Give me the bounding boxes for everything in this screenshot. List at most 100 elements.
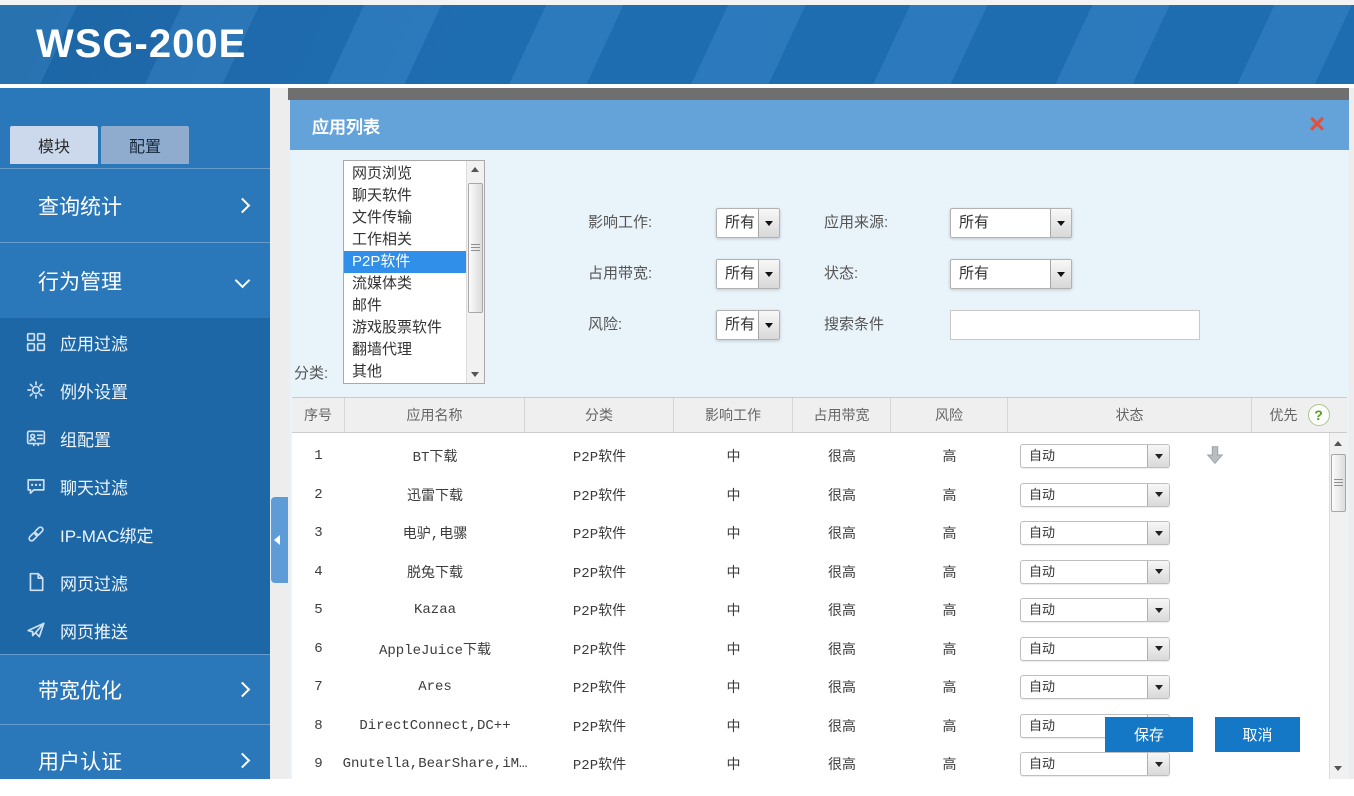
sidebar-item-label: 例外设置 (60, 378, 128, 403)
scroll-up-button[interactable] (467, 161, 483, 178)
sidebar-item-app-filter[interactable]: 应用过滤 (0, 318, 270, 366)
category-option[interactable]: 邮件 (344, 295, 467, 317)
cell-impact: 中 (674, 677, 793, 697)
row-status-select[interactable]: 自动 (1020, 444, 1170, 468)
dropdown-arrow-icon (1050, 209, 1071, 237)
category-option[interactable]: 工作相关 (344, 229, 467, 251)
dropdown-arrow-icon (1147, 599, 1169, 621)
category-option[interactable]: P2P软件 (344, 251, 467, 273)
sidebar-group-bandwidth[interactable]: 带宽优化 (0, 654, 270, 724)
row-status-select[interactable]: 自动 (1020, 675, 1170, 699)
help-icon[interactable]: ? (1308, 404, 1330, 426)
sidebar-item-exceptions[interactable]: 例外设置 (0, 366, 270, 414)
scroll-up-button[interactable] (1330, 435, 1346, 452)
scroll-down-button[interactable] (467, 366, 483, 383)
bandwidth-filter-select[interactable]: 所有 (716, 259, 780, 289)
sidebar-tabs: 模块 配置 (10, 126, 189, 164)
content-area: 应用列表 × 网页浏览 聊天软件 文件传输 工作相关 P2P软件 流媒体类 (270, 88, 1354, 779)
category-option[interactable]: 其他 (344, 361, 467, 383)
cell-status: 自动 (1008, 444, 1252, 469)
sidebar-collapse-handle[interactable] (271, 497, 288, 583)
risk-filter-select[interactable]: 所有 (716, 310, 780, 340)
category-option[interactable]: 聊天软件 (344, 185, 467, 207)
row-status-select[interactable]: 自动 (1020, 637, 1170, 661)
category-option[interactable]: 游戏股票软件 (344, 317, 467, 339)
category-listbox[interactable]: 网页浏览 聊天软件 文件传输 工作相关 P2P软件 流媒体类 邮件 游戏股票软件… (343, 160, 485, 384)
status-filter-select[interactable]: 所有 (950, 259, 1072, 289)
gear-icon (26, 380, 48, 400)
cell-bandwidth: 很高 (793, 639, 891, 659)
wsg-200e-screen: { "app": { "title": "WSG-200E" }, "color… (0, 0, 1354, 779)
app-logo: WSG-200E (0, 22, 246, 67)
chat-bubble-icon (26, 476, 48, 496)
cell-risk: 高 (891, 677, 1008, 697)
cell-category: P2P软件 (525, 716, 674, 736)
close-icon[interactable]: × (1301, 108, 1333, 140)
cancel-button[interactable]: 取消 (1215, 717, 1300, 752)
category-option[interactable]: 流媒体类 (344, 273, 467, 295)
sidebar-item-label: 网页推送 (60, 618, 128, 643)
listbox-scrollbar-thumb[interactable] (468, 183, 483, 313)
row-status-select[interactable]: 自动 (1020, 560, 1170, 584)
select-value: 所有 (717, 209, 758, 237)
priority-header-label: 优先 (1270, 405, 1298, 425)
dropdown-arrow-icon (758, 311, 779, 339)
source-filter-select[interactable]: 所有 (950, 208, 1072, 238)
category-option[interactable]: 翻墙代理 (344, 339, 467, 361)
dropdown-arrow-icon (1050, 260, 1071, 288)
cell-impact: 中 (674, 639, 793, 659)
col-header-impact: 影响工作 (674, 398, 793, 432)
cell-category: P2P软件 (525, 562, 674, 582)
cell-no: 7 (292, 679, 345, 695)
chevron-right-icon (235, 682, 251, 698)
table-row: 4 脱兔下载 P2P软件 中 很高 高 自动 (292, 553, 1347, 592)
col-header-status: 状态 (1008, 398, 1252, 432)
impact-filter-select[interactable]: 所有 (716, 208, 780, 238)
cell-category: P2P软件 (525, 677, 674, 697)
cell-bandwidth: 很高 (793, 485, 891, 505)
sidebar-item-ip-mac-binding[interactable]: IP-MAC绑定 (0, 510, 270, 558)
save-button[interactable]: 保存 (1105, 717, 1193, 752)
sidebar-group-query-stats[interactable]: 查询统计 (0, 168, 270, 242)
category-option[interactable]: 文件传输 (344, 207, 467, 229)
cell-status: 自动 (1008, 559, 1252, 584)
search-input[interactable] (950, 310, 1200, 340)
sidebar-item-web-filter[interactable]: 网页过滤 (0, 558, 270, 606)
scroll-down-button[interactable] (1330, 760, 1346, 777)
group-label: 查询统计 (38, 191, 122, 221)
priority-down-arrow-icon[interactable] (1204, 444, 1226, 469)
sidebar-item-label: 组配置 (60, 426, 111, 451)
sidebar-item-web-push[interactable]: 网页推送 (0, 606, 270, 654)
cell-status: 自动 (1008, 598, 1252, 623)
category-option[interactable]: 网页浏览 (344, 163, 467, 185)
sidebar-item-label: 网页过滤 (60, 570, 128, 595)
sidebar-group-user-auth[interactable]: 用户认证 (0, 724, 270, 796)
row-status-select[interactable]: 自动 (1020, 483, 1170, 507)
row-status-select[interactable]: 自动 (1020, 598, 1170, 622)
app-grid-icon (26, 332, 48, 352)
select-value: 自动 (1021, 676, 1147, 698)
table-scrollbar-thumb[interactable] (1331, 454, 1346, 512)
listbox-scrollbar[interactable] (466, 161, 484, 383)
cell-status: 自动 (1008, 675, 1252, 700)
select-value: 自动 (1021, 445, 1147, 467)
table-scrollbar[interactable] (1329, 433, 1347, 779)
sidebar-group-behavior-mgmt[interactable]: 行为管理 (0, 242, 270, 318)
row-status-select[interactable]: 自动 (1020, 521, 1170, 545)
cell-bandwidth: 很高 (793, 562, 891, 582)
cell-impact: 中 (674, 485, 793, 505)
status-filter-label: 状态: (824, 259, 858, 289)
cell-app-name: Gnutella,BearShare,iM… (345, 756, 525, 772)
row-status-select[interactable]: 自动 (1020, 752, 1170, 776)
tab-modules[interactable]: 模块 (10, 126, 98, 164)
cell-risk: 高 (891, 639, 1008, 659)
select-value: 所有 (717, 311, 758, 339)
tab-config[interactable]: 配置 (101, 126, 189, 164)
select-value: 所有 (951, 260, 1050, 288)
sidebar-item-chat-filter[interactable]: 聊天过滤 (0, 462, 270, 510)
select-value: 自动 (1021, 638, 1147, 660)
sidebar-item-group-config[interactable]: 组配置 (0, 414, 270, 462)
group-label: 行为管理 (38, 266, 122, 296)
dialog-title: 应用列表 (290, 113, 380, 138)
cell-no: 9 (292, 756, 345, 772)
